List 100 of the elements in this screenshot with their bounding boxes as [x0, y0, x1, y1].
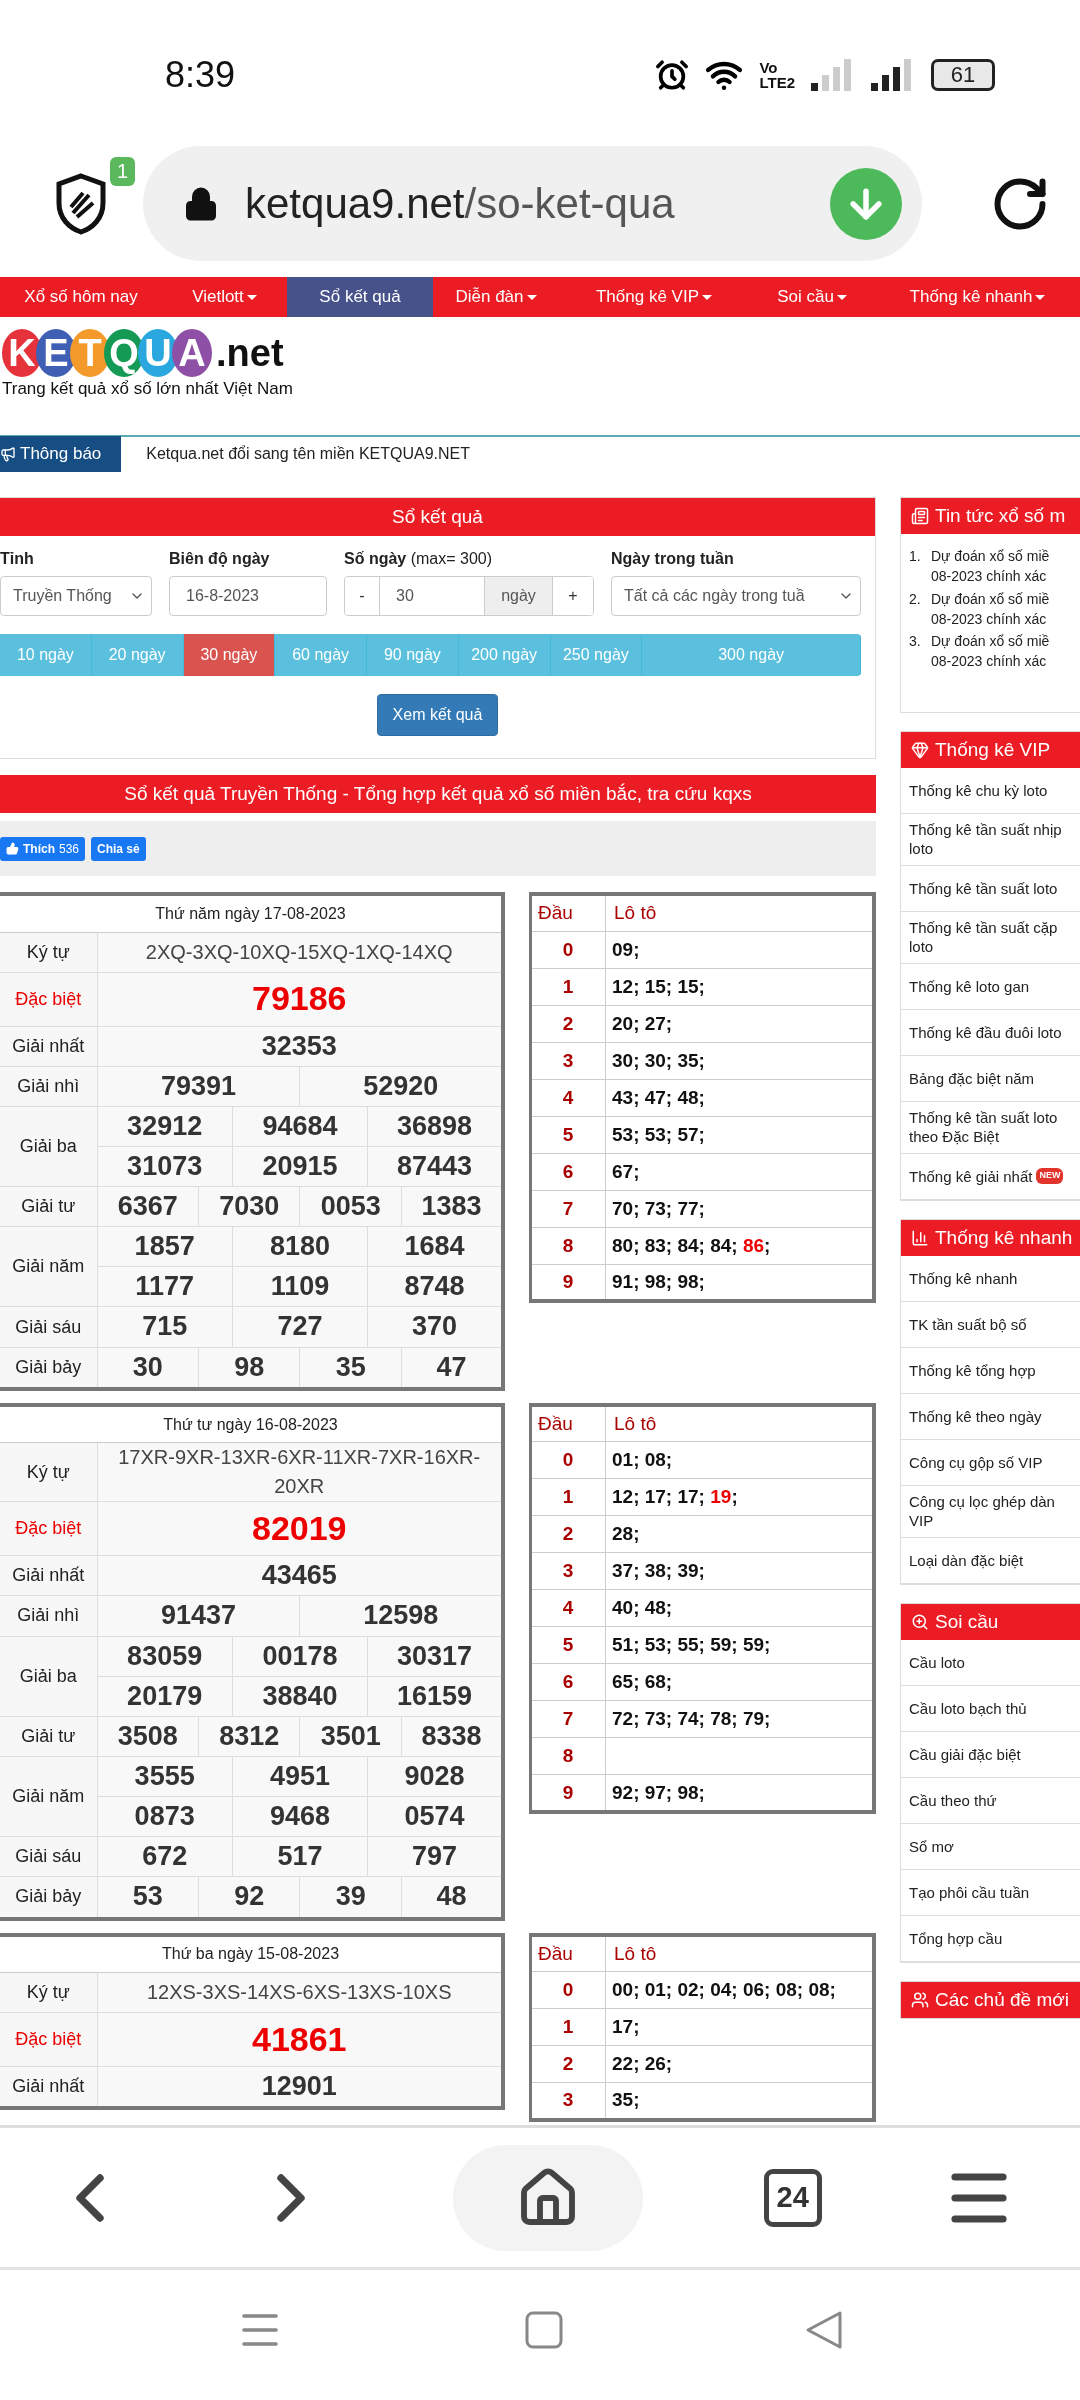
sidebar-link[interactable]: Thống kê theo ngày — [901, 1393, 1080, 1440]
column-header: Đầu — [530, 894, 606, 931]
column-header: Đầu — [530, 1934, 606, 1972]
back-nav-icon[interactable] — [804, 2310, 844, 2350]
sidebar-link[interactable]: Sổ mơ — [901, 1823, 1080, 1870]
sidebar-link[interactable]: Thống kê tổng hợp — [901, 1347, 1080, 1394]
sidebar-link[interactable]: Thống kê tần suất loto theo Đặc Biệt — [901, 1101, 1080, 1154]
lotto-numbers-cell: 91; 98; 98; — [605, 1264, 874, 1301]
sidebar-link[interactable]: Cầu theo thứ — [901, 1777, 1080, 1824]
lotto-numbers-cell: 22; 26; — [605, 2045, 874, 2083]
notice-text: Ketqua.net đổi sang tên miền KETQUA9.NET — [146, 445, 471, 463]
lotto-numbers-cell: 12; 15; 15; — [605, 968, 874, 1005]
sidebar-link[interactable]: Cầu loto bạch thủ — [901, 1685, 1080, 1732]
sidebar-link[interactable]: Thống kê giải nhất NEW — [901, 1153, 1080, 1200]
alarm-icon — [655, 58, 690, 92]
prize-number: 8338 — [401, 1716, 503, 1757]
lotto-head-cell: 3 — [530, 1552, 606, 1590]
news-link[interactable]: 2. Dự đoán xổ số miề 08-2023 chính xác — [909, 588, 1080, 630]
province-select[interactable]: Truyền Thống — [0, 576, 152, 616]
lotto-head-cell: 1 — [530, 968, 606, 1005]
sidebar-link[interactable]: Cầu loto — [901, 1639, 1080, 1686]
prize-number: 79391 — [97, 1066, 300, 1107]
prize-label: Ký tự — [0, 1442, 97, 1502]
sidebar-link[interactable]: Công cụ gộp số VIP — [901, 1439, 1080, 1486]
nav-tab[interactable]: Diễn đàn — [433, 277, 559, 317]
sidebar-link[interactable]: Thống kê đầu đuôi loto — [901, 1009, 1080, 1056]
sidebar-link[interactable]: Thống kê tần suất cặp loto — [901, 911, 1080, 964]
weekday-select[interactable]: Tất cả các ngày trong tuầ — [611, 576, 861, 616]
section-title: Thống kê nhanh — [935, 1226, 1073, 1249]
share-button[interactable]: Chia sẻ — [91, 836, 146, 861]
sidebar-link[interactable]: Loại dàn đặc biệt — [901, 1537, 1080, 1584]
prize-number: 0873 — [97, 1796, 233, 1837]
like-button[interactable]: Thích 536 — [0, 836, 86, 861]
notice-label: Thông báo — [0, 436, 122, 472]
sidebar-link[interactable]: Thống kê tần suất loto — [901, 865, 1080, 912]
shield-icon[interactable] — [55, 172, 107, 235]
prize-number: 1177 — [97, 1266, 233, 1307]
tabs-button[interactable]: 24 — [763, 2168, 822, 2227]
lotto-numbers-cell: 51; 53; 55; 59; 59; — [605, 1626, 874, 1664]
sidebar-link[interactable]: Thống kê chu kỳ loto — [901, 767, 1080, 814]
prize-number: 797 — [367, 1836, 503, 1877]
news-link[interactable]: 3. Dự đoán xổ số miề 08-2023 chính xác — [909, 631, 1080, 672]
lotto-head-cell: 9 — [530, 1774, 606, 1812]
sidebar-link[interactable]: Tạo phôi cầu tuần — [901, 1869, 1080, 1916]
prize-number: 3555 — [97, 1756, 233, 1797]
address-bar[interactable]: ketqua9.net/so-ket-qua — [143, 146, 922, 261]
sidebar-link[interactable]: Thống kê loto gan — [901, 963, 1080, 1010]
lotto-numbers-cell: 65; 68; — [605, 1663, 874, 1701]
prize-number: 94684 — [232, 1106, 368, 1147]
lotto-head-cell: 0 — [530, 931, 606, 968]
draw-date: Thứ tư ngày 16-08-2023 — [0, 1404, 503, 1443]
sidebar-link[interactable]: Tổng hợp cầu — [901, 1915, 1080, 1962]
volte-indicator: Vo LTE2 — [759, 60, 795, 90]
prize-number: 672 — [97, 1836, 233, 1877]
lotto-head-cell: 5 — [530, 1116, 606, 1153]
field-label: Biên độ ngày — [169, 550, 271, 568]
prize-number: 31073 — [97, 1146, 233, 1187]
sidebar-link[interactable]: Công cụ lọc ghép dàn VIP — [901, 1485, 1080, 1538]
news-link[interactable]: 1. Dự đoán xổ số miề 08-2023 chính xác — [909, 546, 1080, 587]
sidebar-link[interactable]: Cầu giải đặc biệt — [901, 1731, 1080, 1778]
lotto-head-cell: 7 — [530, 1190, 606, 1227]
logo-letter: A — [172, 329, 212, 377]
prize-number: 4951 — [232, 1756, 368, 1797]
lotto-head-cell: 0 — [530, 1971, 606, 2009]
sidebar-link[interactable]: Bảng đặc biệt năm — [901, 1055, 1080, 1102]
lotto-numbers-cell: 67; — [605, 1153, 874, 1190]
submit-button[interactable]: Xem kết quả — [376, 694, 499, 736]
prize-number: 91437 — [97, 1595, 300, 1637]
sidebar-link[interactable]: Thống kê tần suất nhịp loto — [901, 813, 1080, 866]
lotto-numbers-cell: 35; — [605, 2082, 874, 2120]
unit-label: ngày — [485, 577, 553, 615]
prize-number: 87443 — [367, 1146, 503, 1187]
nav-tab[interactable]: Thống kê VIP — [559, 277, 749, 317]
nav-tab[interactable]: Soi cầu — [749, 277, 875, 317]
prize-number: 3501 — [299, 1716, 402, 1757]
field-label: Số ngày (max= 300) — [344, 550, 494, 568]
lotto-numbers-cell: 43; 47; 48; — [605, 1079, 874, 1116]
prize-number: 0053 — [299, 1186, 402, 1227]
decrement-button[interactable]: - — [345, 577, 380, 615]
nav-tab[interactable]: Thống kê nhanh — [875, 277, 1080, 317]
sidebar-link[interactable]: Thống kê nhanh — [901, 1255, 1080, 1302]
column-header: Đầu — [530, 1404, 606, 1442]
column-header: Lô tô — [605, 1934, 874, 1972]
prize-number: 1684 — [367, 1226, 503, 1267]
prize-number: 30 — [97, 1347, 199, 1389]
sidebar-link[interactable]: TK tần suất bộ số — [901, 1301, 1080, 1348]
nav-tab[interactable]: Sổ kết quả — [287, 277, 433, 317]
caret-icon — [1035, 294, 1046, 300]
prize-number: 0574 — [367, 1796, 503, 1837]
nav-tab[interactable]: Xổ số hôm nay — [0, 277, 162, 317]
prize-number: 1857 — [97, 1226, 233, 1267]
prize-label: Giải sáu — [0, 1836, 97, 1877]
date-field[interactable]: 16-8-2023 — [169, 576, 327, 616]
prize-label: Giải bảy — [0, 1876, 97, 1919]
caret-icon — [246, 294, 257, 300]
results-heading: Sổ kết quả Truyền Thống - Tổng hợp kết quả xổ số miền bắc, tra cứu kqxs — [0, 775, 876, 813]
range-button[interactable]: 30 ngày — [183, 634, 276, 676]
nav-tab[interactable]: Vietlott — [162, 277, 287, 317]
home-nav-icon[interactable] — [524, 2310, 564, 2350]
prize-number: 36898 — [367, 1106, 503, 1147]
